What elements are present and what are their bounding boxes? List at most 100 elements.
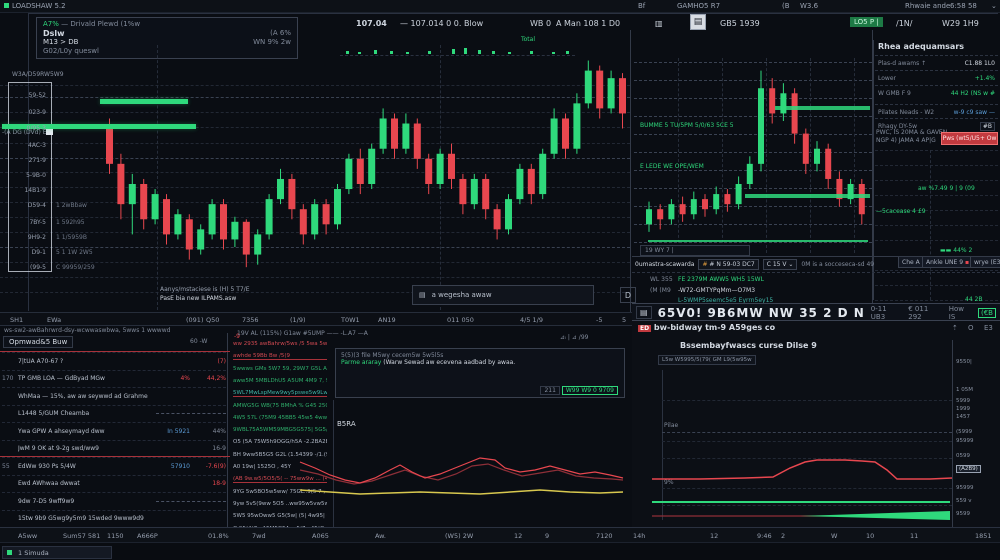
status-item[interactable]: (W5) 2W xyxy=(445,532,473,540)
candle-body[interactable] xyxy=(197,229,204,249)
status-item[interactable]: A065 xyxy=(312,532,329,540)
candle-body[interactable] xyxy=(437,154,444,184)
candle-body[interactable] xyxy=(448,154,455,179)
table-row[interactable]: 55EdWw 930 Ps 5/4W57910-7.6(9) xyxy=(2,457,226,474)
candle-body[interactable] xyxy=(608,78,615,108)
table-row[interactable]: JwM 9 OK at 9-2g swd/ww916-9 xyxy=(2,440,226,457)
candle-body[interactable] xyxy=(129,184,136,204)
status-item[interactable]: A5ww xyxy=(18,532,37,540)
status-item[interactable]: 12 xyxy=(710,532,718,540)
candle-body[interactable] xyxy=(209,204,216,234)
table-row[interactable]: 7|tUA A70-67 ?(7) xyxy=(2,352,226,369)
candle-body[interactable] xyxy=(803,134,809,164)
status-item[interactable]: 12 xyxy=(514,532,522,540)
candle-body[interactable] xyxy=(334,189,341,224)
candle-body[interactable] xyxy=(668,204,674,219)
log-row[interactable]: AMWG5G WB(75 BMhA % G45 25GW 4UMw xyxy=(233,403,327,409)
candle-body[interactable] xyxy=(471,179,478,204)
main-candlestick-chart[interactable] xyxy=(100,58,634,310)
log-row[interactable]: awhde 59Bb Bw /5(9 xyxy=(233,353,327,360)
status-item[interactable]: 1851 xyxy=(975,532,992,540)
status-item[interactable]: 10 xyxy=(866,532,874,540)
candle-body[interactable] xyxy=(220,204,227,239)
candle-body[interactable] xyxy=(288,179,295,209)
titlebar-item-2[interactable]: GAMHO5 R7 xyxy=(677,2,720,10)
candle-body[interactable] xyxy=(713,194,719,209)
candle-body[interactable] xyxy=(117,164,124,204)
candle-body[interactable] xyxy=(780,93,786,113)
titlebar-item-3[interactable]: (B xyxy=(782,2,790,10)
circle-icon[interactable]: O xyxy=(968,324,974,332)
candle-body[interactable] xyxy=(391,118,398,148)
candle-body[interactable] xyxy=(680,204,686,214)
taskbar-app-button[interactable]: 1 Simuda xyxy=(2,546,112,559)
candle-body[interactable] xyxy=(758,88,764,164)
candle-body[interactable] xyxy=(859,184,865,214)
candle-body[interactable] xyxy=(825,149,831,179)
marker-icon[interactable] xyxy=(46,128,53,135)
candle-body[interactable] xyxy=(562,118,569,148)
bm-tabs[interactable]: 19V AL (115%) G1aw #5UMP —— -L.A7 —A xyxy=(237,330,368,337)
status-item[interactable]: 01.8% xyxy=(208,532,229,540)
candle-body[interactable] xyxy=(585,71,592,104)
table-row[interactable]: 170TP GMB LOA — GdByad MGw4%44,2% xyxy=(2,370,226,387)
candle-body[interactable] xyxy=(425,159,432,184)
candle-body[interactable] xyxy=(106,129,113,164)
candle-body[interactable] xyxy=(414,124,421,159)
status-item[interactable]: 11 xyxy=(910,532,918,540)
equity-line-chart[interactable] xyxy=(648,450,958,525)
trade-panel-row[interactable]: Pilates Neads - W2w-9 c9 saw — xyxy=(875,104,998,119)
candle-body[interactable] xyxy=(152,194,159,219)
br-panel-title[interactable]: ED bw-bidway tm-9 A59ges co xyxy=(638,323,775,332)
candle-body[interactable] xyxy=(357,159,364,184)
titlebar-item-1[interactable]: Bf xyxy=(638,2,645,10)
candle-body[interactable] xyxy=(551,118,558,153)
log-row[interactable]: 4W5 57L (75M9 45BB5 45w5 4ww5 D5Bw5 xyxy=(233,415,327,421)
chart-type-icon[interactable]: ▥ xyxy=(655,19,663,28)
candle-body[interactable] xyxy=(380,118,387,148)
symbol-info-box[interactable]: A7% — Drivald Plewd (1%w Dslw(A 6% M13 >… xyxy=(36,17,298,59)
status-item[interactable]: 7120 xyxy=(596,532,613,540)
candle-body[interactable] xyxy=(792,93,798,133)
status-item[interactable]: Aw. xyxy=(375,532,386,540)
log-row[interactable]: ww 2935 awBahrw/5ws /5 5wa 5w15w xyxy=(233,341,327,347)
candle-body[interactable] xyxy=(402,124,409,149)
status-item[interactable]: 9 xyxy=(545,532,549,540)
candle-body[interactable] xyxy=(539,154,546,194)
filter-field-1[interactable]: # # N 59-03 DC7 xyxy=(698,259,758,270)
status-item[interactable]: 1150 xyxy=(107,532,124,540)
candle-body[interactable] xyxy=(174,214,181,234)
log-row[interactable]: 5wwws GMs 5W7 59, 29W7 G5L A4515 xyxy=(233,366,327,372)
candle-body[interactable] xyxy=(646,209,652,224)
candle-body[interactable] xyxy=(747,164,753,184)
clipboard-icon[interactable]: ▤ xyxy=(690,14,706,30)
chart-toolbar-button[interactable]: ▤ a wegesha awaw xyxy=(412,285,594,305)
candle-body[interactable] xyxy=(702,199,708,209)
indicator-line-chart[interactable] xyxy=(292,440,628,525)
candle-body[interactable] xyxy=(657,209,663,219)
candle-body[interactable] xyxy=(516,169,523,199)
candle-body[interactable] xyxy=(140,184,147,219)
candle-body[interactable] xyxy=(266,199,273,234)
status-item[interactable]: 9:46 xyxy=(757,532,772,540)
candle-body[interactable] xyxy=(596,71,603,109)
candle-body[interactable] xyxy=(163,199,170,234)
br-tab-chip[interactable]: L5w W5995/5(79( GM L9(5w95w xyxy=(658,355,756,365)
status-item[interactable]: W xyxy=(831,532,837,540)
log-row[interactable]: aww5M 5MBLDhU5 A5UM 4M9 7, 9ww xyxy=(233,378,327,384)
status-item[interactable]: 14h xyxy=(633,532,645,540)
status-item[interactable]: 2 xyxy=(781,532,785,540)
table-row[interactable]: Ewd AWhwaa dwwat18-9 xyxy=(2,475,226,492)
grid-icon[interactable]: ▤ xyxy=(636,306,652,319)
candle-body[interactable] xyxy=(323,204,330,224)
candle-body[interactable] xyxy=(494,209,501,229)
table-row[interactable]: 15tw 9b9 G5wg9y5m9 15wded 9www9d9 xyxy=(2,510,226,527)
table-row[interactable]: L1448 5/GUM Cheamba xyxy=(2,405,226,422)
grid2-icon[interactable]: E3 xyxy=(984,324,993,332)
table-header[interactable]: Opmwad&5 Buw xyxy=(3,336,73,348)
candle-body[interactable] xyxy=(243,222,250,255)
candle-body[interactable] xyxy=(482,179,489,209)
chevron-down-icon[interactable]: ⌄ xyxy=(991,2,997,10)
candle-body[interactable] xyxy=(724,194,730,204)
status-item[interactable]: Sum57 581 xyxy=(63,532,100,540)
